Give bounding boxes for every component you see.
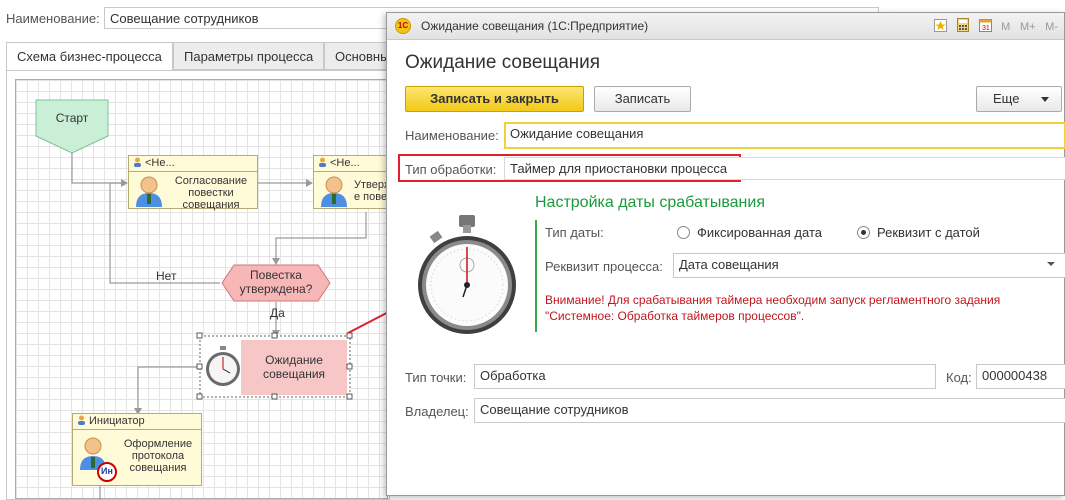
process-attribute-value: Дата совещания bbox=[679, 257, 779, 272]
favorite-icon[interactable] bbox=[934, 18, 948, 35]
task3-text-line: протокола bbox=[131, 450, 185, 462]
more-button-label: Еще bbox=[993, 91, 1020, 106]
timer-warning-text: Внимание! Для срабатывания таймера необх… bbox=[545, 293, 1001, 323]
section-divider bbox=[535, 220, 537, 332]
1c-logo-icon: 1С bbox=[395, 18, 411, 34]
condition-node-label[interactable]: Повестка утверждена? bbox=[222, 268, 330, 296]
trigger-date-section-title: Настройка даты срабатывания bbox=[535, 194, 765, 211]
user-icon bbox=[318, 157, 327, 167]
dialog-titlebar: 1С Ожидание совещания (1С:Предприятие) 3… bbox=[387, 13, 1064, 40]
point-type-label: Тип точки: bbox=[405, 370, 467, 385]
connector-timer-task3 bbox=[137, 366, 200, 408]
memory-m-button[interactable]: M bbox=[1001, 21, 1010, 33]
processing-type-field[interactable]: Таймер для приостановки процесса bbox=[504, 157, 1065, 180]
process-attribute-label: Реквизит процесса: bbox=[545, 259, 663, 274]
dropdown-arrow-icon[interactable] bbox=[1047, 262, 1055, 266]
tab-process-scheme[interactable]: Схема бизнес-процесса bbox=[6, 42, 173, 71]
performer-icon bbox=[321, 176, 347, 207]
process-diagram-canvas[interactable]: Старт <Не... Согласование повестки совещ… bbox=[15, 79, 403, 500]
task3-text-line: Оформление bbox=[123, 438, 193, 450]
dialog-heading: Ожидание совещания bbox=[405, 52, 601, 73]
process-attribute-select[interactable]: Дата совещания bbox=[673, 253, 1065, 278]
task3-text-line: совещания bbox=[129, 462, 187, 474]
window-title: Ожидание совещания (1С:Предприятие) bbox=[421, 19, 649, 33]
timer-node-label[interactable]: Ожидание совещания bbox=[241, 353, 347, 381]
user-icon bbox=[77, 415, 86, 425]
point-type-field[interactable]: Обработка bbox=[474, 364, 936, 389]
save-button[interactable]: Записать bbox=[594, 86, 691, 112]
user-icon bbox=[133, 157, 142, 167]
stopwatch-icon bbox=[418, 215, 516, 334]
owner-field[interactable]: Совещание сотрудников bbox=[474, 398, 1065, 423]
memory-mplus-button[interactable]: M+ bbox=[1020, 21, 1036, 33]
more-button[interactable]: Еще bbox=[976, 86, 1062, 112]
task1-text-line: совещания bbox=[182, 199, 240, 211]
no-branch-label: Нет bbox=[156, 269, 177, 283]
calendar-icon[interactable]: 31 bbox=[978, 18, 992, 35]
yes-branch-label: Да bbox=[270, 306, 285, 320]
initiator-badge: Ин bbox=[101, 466, 113, 476]
radio-fixed-date[interactable] bbox=[677, 226, 690, 239]
radio-fixed-date-label[interactable]: Фиксированная дата bbox=[697, 225, 822, 240]
start-node-label[interactable]: Старт bbox=[36, 111, 108, 125]
radio-attribute-date-label[interactable]: Реквизит с датой bbox=[877, 225, 980, 240]
titlebar-tools: 31 M M+ M- bbox=[928, 18, 1058, 35]
tab-process-parameters[interactable]: Параметры процесса bbox=[173, 42, 324, 70]
svg-text:31: 31 bbox=[982, 25, 990, 32]
task-header: Инициатор bbox=[73, 414, 201, 430]
task-meeting-protocol[interactable]: Инициатор Ин Оформление протокола совеща… bbox=[72, 413, 202, 486]
connector-task2-condition bbox=[275, 212, 367, 258]
code-field[interactable]: 000000438 bbox=[976, 364, 1065, 389]
timer-point-dialog: 1С Ожидание совещания (1С:Предприятие) 3… bbox=[386, 12, 1065, 496]
name-label: Наименование: bbox=[6, 11, 100, 26]
dialog-name-field[interactable]: Ожидание совещания bbox=[504, 122, 1065, 149]
dialog-name-label: Наименование: bbox=[405, 128, 499, 143]
task1-text-line: повестки bbox=[188, 187, 234, 199]
save-and-close-button[interactable]: Записать и закрыть bbox=[405, 86, 584, 112]
chevron-down-icon bbox=[1041, 97, 1049, 102]
task1-text-line: Согласование bbox=[174, 175, 248, 187]
date-type-label: Тип даты: bbox=[545, 225, 604, 240]
start-node-shape bbox=[35, 99, 109, 154]
task-header: <Не... bbox=[129, 156, 257, 172]
owner-label: Владелец: bbox=[405, 404, 469, 419]
task-approve-agenda[interactable]: <Не... Согласование повестки совещания bbox=[128, 155, 258, 211]
calculator-icon[interactable] bbox=[956, 18, 969, 35]
radio-attribute-date[interactable] bbox=[857, 226, 870, 239]
connector-start-task1 bbox=[71, 153, 121, 184]
code-label: Код: bbox=[946, 370, 972, 385]
memory-mminus-button[interactable]: M- bbox=[1045, 21, 1058, 33]
performer-icon bbox=[136, 176, 162, 207]
processing-type-label: Тип обработки: bbox=[405, 162, 497, 177]
